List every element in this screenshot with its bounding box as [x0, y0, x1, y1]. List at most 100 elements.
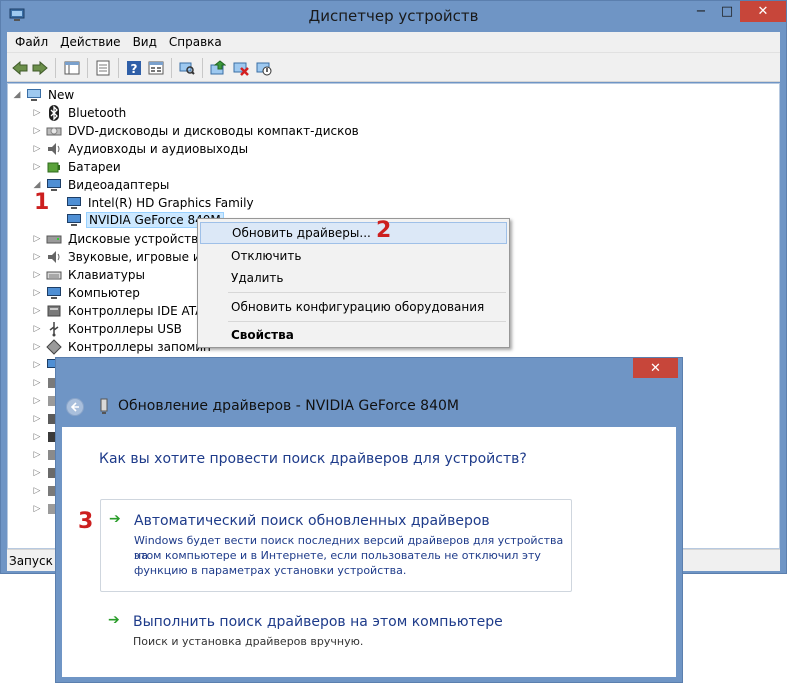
tree-item-label: Контроллеры запомин	[68, 340, 211, 354]
tree-item-batteries[interactable]: ▷ Батареи	[32, 158, 123, 176]
tree-item-ide[interactable]: ▷ Контроллеры IDE ATA/	[32, 302, 209, 320]
computer-icon	[27, 89, 41, 101]
menu-separator	[228, 292, 506, 293]
title-bar: Диспетчер устройств − □ ✕	[1, 1, 786, 31]
green-arrow-icon: ➔	[108, 612, 120, 628]
expand-arrow-icon[interactable]: ▷	[32, 306, 42, 316]
tree-item-keyboards[interactable]: ▷ Клавиатуры	[32, 266, 147, 284]
expand-arrow-icon[interactable]: ▷	[32, 324, 42, 334]
speaker-icon	[48, 143, 60, 155]
disk-drive-icon	[46, 235, 62, 244]
uninstall-device-icon[interactable]	[232, 59, 250, 77]
dialog-header: Обновление драйверов - NVIDIA GeForce 84…	[56, 386, 682, 426]
expand-arrow-icon[interactable]: ▷	[32, 504, 42, 514]
collapse-arrow-icon[interactable]: ◢	[12, 90, 22, 100]
expand-arrow-icon[interactable]: ▷	[32, 450, 42, 460]
option-manual-title: Выполнить поиск драйверов на этом компью…	[133, 614, 503, 630]
step-marker-2: 2	[376, 218, 392, 243]
tree-item-display-adapters[interactable]: ◢ Видеоадаптеры	[32, 176, 171, 194]
minimize-button[interactable]: −	[688, 1, 714, 22]
tree-item-disk-drives[interactable]: ▷ Дисковые устройства	[32, 230, 208, 248]
tree-item-usb[interactable]: ▷ Контроллеры USB	[32, 320, 184, 338]
update-driver-dialog: ✕ Обновление драйверов - NVIDIA GeForce …	[55, 357, 683, 683]
step-marker-1: 1	[34, 190, 50, 215]
expand-arrow-icon[interactable]: ▷	[32, 378, 42, 388]
menu-action[interactable]: Действие	[60, 35, 120, 49]
expand-arrow-icon[interactable]: ▷	[32, 414, 42, 424]
toolbar: ?	[7, 52, 780, 82]
disable-device-icon[interactable]	[255, 59, 273, 77]
option-auto-search[interactable]: ➔ Автоматический поиск обновленных драйв…	[100, 499, 572, 592]
menu-view[interactable]: Вид	[133, 35, 157, 49]
close-button[interactable]: ✕	[740, 1, 786, 22]
tree-item-label: Аудиовходы и аудиовыходы	[68, 142, 249, 156]
properties-sheet-icon[interactable]	[94, 59, 112, 77]
maximize-button[interactable]: □	[714, 1, 740, 22]
option-auto-title: Автоматический поиск обновленных драйвер…	[134, 513, 490, 529]
bluetooth-icon	[49, 105, 59, 121]
expand-arrow-icon[interactable]: ▷	[32, 162, 42, 172]
menu-file[interactable]: Файл	[15, 35, 48, 49]
sound-icon	[48, 251, 60, 263]
menu-item-scan-hardware[interactable]: Обновить конфигурацию оборудования	[200, 296, 507, 318]
tree-item-bluetooth[interactable]: ▷ Bluetooth	[32, 104, 128, 122]
menu-item-properties[interactable]: Свойства	[200, 324, 507, 346]
green-arrow-icon: ➔	[109, 511, 121, 527]
expand-arrow-icon[interactable]: ▷	[32, 252, 42, 262]
option-manual-desc: Поиск и установка драйверов вручную.	[133, 635, 364, 648]
tree-item-intel-hd[interactable]: Intel(R) HD Graphics Family	[66, 194, 256, 212]
expand-arrow-icon[interactable]: ▷	[32, 396, 42, 406]
expand-arrow-icon[interactable]: ▷	[32, 486, 42, 496]
dvd-drive-icon	[46, 127, 62, 136]
tree-item-label: Звуковые, игровые и в	[68, 250, 212, 264]
forward-arrow-icon[interactable]	[31, 59, 49, 77]
dialog-body: Как вы хотите провести поиск драйверов д…	[62, 427, 676, 677]
window-title: Диспетчер устройств	[308, 7, 479, 25]
scan-hardware-icon[interactable]	[178, 59, 196, 77]
menu-item-update-drivers[interactable]: Обновить драйверы...	[200, 222, 507, 244]
tree-item-label: Контроллеры IDE ATA/	[68, 304, 208, 318]
menu-item-uninstall[interactable]: Удалить	[200, 267, 507, 289]
menu-item-disable[interactable]: Отключить	[200, 245, 507, 267]
expand-arrow-icon[interactable]: ▷	[32, 468, 42, 478]
expand-arrow-icon[interactable]: ▷	[32, 360, 42, 370]
tree-item-label: Батареи	[68, 160, 121, 174]
tree-root[interactable]: ◢ New	[12, 86, 76, 104]
expand-arrow-icon[interactable]: ▷	[32, 270, 42, 280]
tree-item-label: Intel(R) HD Graphics Family	[88, 196, 254, 210]
tree-item-storage[interactable]: ▷ Контроллеры запомин	[32, 338, 213, 356]
tree-item-label: Клавиатуры	[68, 268, 145, 282]
menu-separator	[228, 321, 506, 322]
tree-item-audio-io[interactable]: ▷ Аудиовходы и аудиовыходы	[32, 140, 250, 158]
expand-arrow-icon[interactable]: ▷	[32, 288, 42, 298]
menu-help[interactable]: Справка	[169, 35, 222, 49]
expand-arrow-icon[interactable]: ▷	[32, 144, 42, 154]
back-arrow-icon[interactable]	[66, 398, 84, 416]
tree-item-label: Компьютер	[68, 286, 140, 300]
tree-root-label: New	[48, 88, 75, 102]
step-marker-3: 3	[78, 509, 94, 534]
expand-arrow-icon[interactable]: ▷	[32, 126, 42, 136]
tree-item-computer[interactable]: ▷ Компьютер	[32, 284, 142, 302]
display-adapter-icon	[67, 197, 81, 209]
show-hide-tree-icon[interactable]	[63, 59, 81, 77]
expand-arrow-icon[interactable]: ▷	[32, 234, 42, 244]
tree-item-label: Видеоадаптеры	[68, 178, 170, 192]
view-grid-icon[interactable]	[147, 59, 165, 77]
keyboard-icon	[46, 271, 62, 280]
device-icon	[100, 398, 108, 414]
tree-item-label: Контроллеры USB	[68, 322, 182, 336]
expand-arrow-icon[interactable]: ▷	[32, 432, 42, 442]
tree-item-label: Bluetooth	[68, 106, 127, 120]
expand-arrow-icon[interactable]: ▷	[32, 342, 42, 352]
display-adapter-icon	[67, 214, 81, 226]
back-arrow-icon[interactable]	[11, 59, 29, 77]
tree-item-sound[interactable]: ▷ Звуковые, игровые и в	[32, 248, 214, 266]
dialog-close-button[interactable]: ✕	[633, 358, 678, 378]
tree-item-dvd[interactable]: ▷ DVD-дисководы и дисководы компакт-диск…	[32, 122, 361, 140]
help-icon[interactable]: ?	[125, 59, 143, 77]
option-manual-search[interactable]: ➔ Выполнить поиск драйверов на этом комп…	[100, 609, 572, 657]
collapse-arrow-icon[interactable]: ◢	[32, 180, 42, 190]
update-driver-icon[interactable]	[209, 59, 227, 77]
expand-arrow-icon[interactable]: ▷	[32, 108, 42, 118]
